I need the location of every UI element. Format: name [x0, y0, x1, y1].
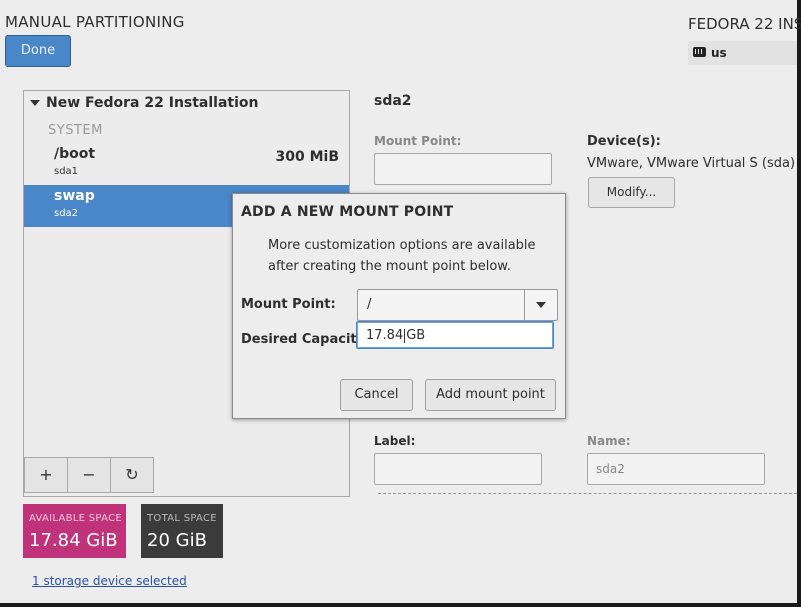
divider — [378, 493, 797, 494]
partition-row-boot[interactable]: /boot sda1 300 MiB — [24, 143, 349, 185]
installation-tree-header[interactable]: New Fedora 22 Installation — [30, 95, 259, 111]
modify-button[interactable]: Modify... — [588, 177, 675, 208]
desired-capacity-input[interactable]: 17.84 GB — [356, 321, 554, 349]
available-space-value: 17.84 GiB — [29, 530, 118, 551]
name-field-label: Name: — [587, 434, 631, 448]
section-label-system: SYSTEM — [48, 123, 103, 138]
partition-name: /boot — [54, 146, 96, 162]
add-mount-point-dialog: ADD A NEW MOUNT POINT More customization… — [232, 193, 566, 419]
storage-devices-link[interactable]: 1 storage device selected — [32, 574, 187, 588]
chevron-down-icon[interactable] — [524, 290, 557, 320]
keyboard-layout-label: us — [711, 46, 727, 60]
mount-point-value: / — [367, 297, 372, 312]
total-space-box: TOTAL SPACE 20 GiB — [141, 504, 223, 558]
label-field-label: Label: — [374, 434, 416, 448]
product-title: FEDORA 22 INS — [688, 15, 801, 33]
mount-point-field[interactable] — [374, 153, 552, 185]
mount-point-combobox[interactable]: / — [357, 289, 558, 321]
dialog-title: ADD A NEW MOUNT POINT — [241, 204, 454, 220]
dialog-description: More customization options are available… — [268, 238, 536, 274]
add-mount-point-button[interactable]: Add mount point — [425, 379, 556, 411]
partition-device: sda1 — [54, 166, 79, 177]
installation-title: New Fedora 22 Installation — [46, 95, 259, 111]
dialog-capacity-label: Desired Capacity: — [241, 332, 371, 347]
partition-device: sda2 — [54, 208, 79, 219]
installer-screen: MANUAL PARTITIONING Done FEDORA 22 INS u… — [0, 0, 801, 607]
add-partition-button[interactable]: + — [24, 457, 68, 493]
cancel-button[interactable]: Cancel — [340, 379, 413, 411]
keyboard-layout-indicator[interactable]: us — [688, 41, 797, 65]
partition-name: swap — [54, 188, 95, 204]
partition-size: 300 MiB — [275, 149, 340, 165]
refresh-button[interactable]: ↻ — [110, 457, 154, 493]
capacity-text-after: GB — [406, 328, 426, 343]
capacity-text-before: 17.84 — [366, 328, 404, 343]
keyboard-icon — [693, 47, 706, 57]
devices-value: VMware, VMware Virtual S (sda) — [587, 156, 796, 171]
partition-detail-title: sda2 — [374, 93, 412, 109]
devices-label: Device(s): — [587, 134, 661, 149]
page-title: MANUAL PARTITIONING — [5, 13, 185, 31]
label-field[interactable] — [374, 453, 542, 485]
name-field-value: sda2 — [596, 462, 625, 476]
available-space-label: AVAILABLE SPACE — [29, 513, 122, 524]
total-space-value: 20 GiB — [147, 530, 207, 551]
done-button[interactable]: Done — [5, 35, 71, 67]
partition-toolbar: + − ↻ — [24, 457, 154, 493]
mount-point-label: Mount Point: — [374, 134, 462, 148]
remove-partition-button[interactable]: − — [67, 457, 111, 493]
available-space-box: AVAILABLE SPACE 17.84 GiB — [23, 504, 126, 558]
expand-arrow-icon[interactable] — [30, 100, 40, 106]
total-space-label: TOTAL SPACE — [147, 513, 217, 524]
dialog-mount-point-label: Mount Point: — [241, 297, 336, 312]
